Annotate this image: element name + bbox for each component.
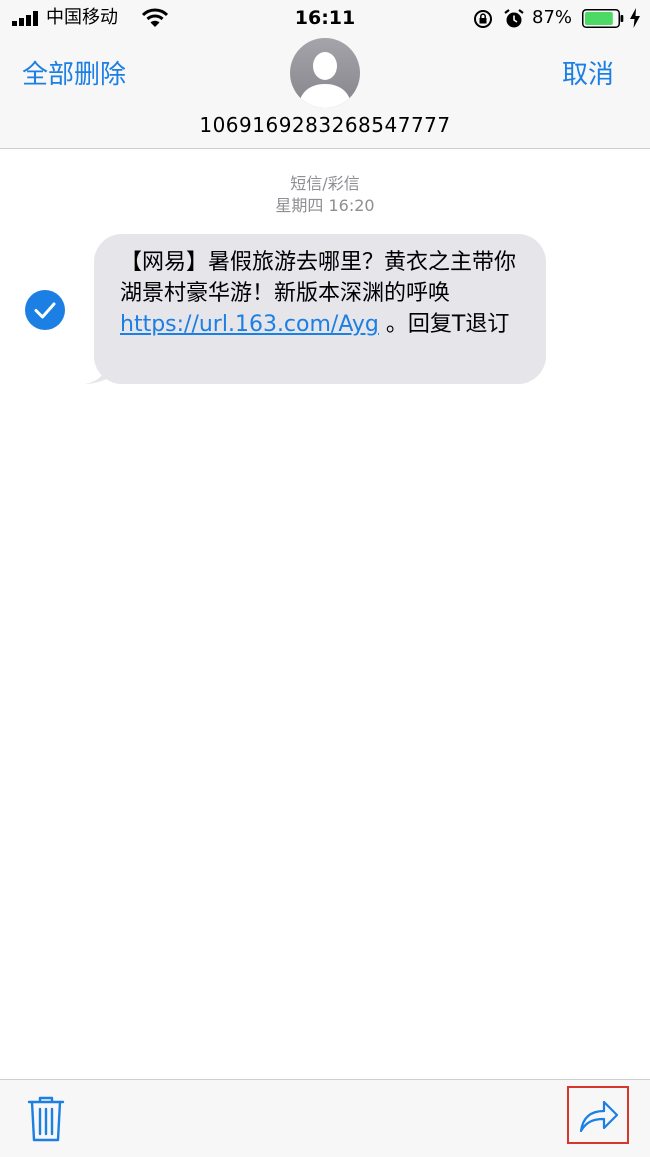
rotation-lock-icon: [474, 10, 492, 28]
contact-avatar-icon[interactable]: [290, 38, 360, 108]
message-text: 【网易】暑假旅游去哪里？黄衣之主带你湖景村豪华游！新版本深渊的呼唤: [120, 250, 517, 306]
forward-button[interactable]: [567, 1086, 629, 1144]
charging-bolt-icon: [630, 8, 640, 28]
battery-percentage: 87%: [532, 7, 573, 28]
message-type-label: 短信/彩信: [290, 174, 360, 193]
trash-icon[interactable]: [26, 1095, 66, 1143]
cancel-button[interactable]: 取消: [562, 58, 614, 92]
alarm-clock-icon: [504, 9, 524, 28]
selected-checkmark-icon[interactable]: [24, 289, 66, 331]
message-text-end: 。回复T退订: [378, 312, 510, 337]
conversation-header: 全部删除 1069169283268547777 取消: [0, 38, 650, 149]
message-link[interactable]: https://url.163.com/Ayg: [120, 312, 379, 337]
battery-icon: [582, 9, 624, 28]
bottom-toolbar: [0, 1079, 650, 1157]
forward-icon: [579, 1100, 619, 1132]
message-timestamp: 星期四 16:20: [275, 196, 375, 215]
status-bar: 中国移动 16:11 87%: [0, 0, 650, 38]
contact-phone-number: 1069169283268547777: [199, 113, 451, 137]
message-bubble[interactable]: 【网易】暑假旅游去哪里？黄衣之主带你湖景村豪华游！新版本深渊的呼唤 https:…: [94, 234, 546, 384]
delete-all-button[interactable]: 全部删除: [22, 58, 126, 92]
